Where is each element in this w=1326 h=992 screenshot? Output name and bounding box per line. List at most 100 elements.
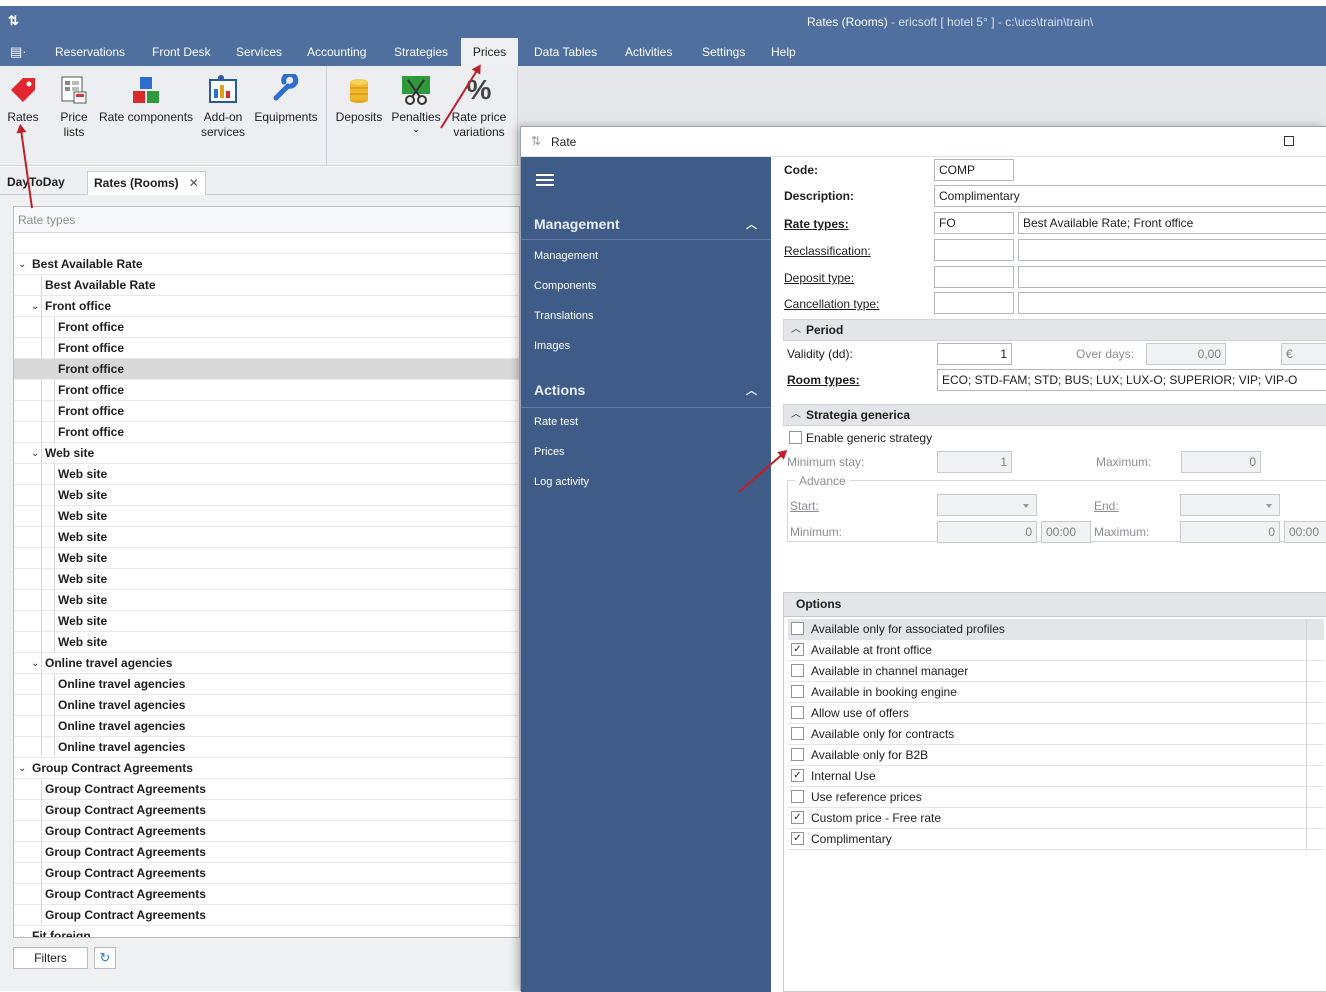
maximize-icon[interactable] — [1284, 136, 1294, 146]
option-row[interactable]: Available only for associated profiles — [788, 619, 1324, 640]
option-row[interactable]: ✓ Complimentary — [788, 829, 1324, 850]
strategy-section-header[interactable]: ︿ Strategia generica — [783, 404, 1326, 426]
tab-daytoday[interactable]: DayToDay — [1, 171, 71, 195]
tree-group-row[interactable]: ⌄ Online travel agencies — [14, 653, 519, 674]
chevron-down-icon[interactable]: ⌄ — [31, 443, 39, 464]
option-checkbox[interactable]: ✓ — [791, 769, 804, 782]
reclassification-code-input[interactable] — [934, 239, 1014, 261]
tree-group-row[interactable]: ⌄ Fit foreign — [14, 926, 519, 937]
option-checkbox[interactable] — [791, 790, 804, 803]
tree-row[interactable]: Web site — [14, 464, 519, 485]
tree-row[interactable]: Online travel agencies — [14, 674, 519, 695]
nav-item-images[interactable]: Images — [534, 340, 570, 352]
rate-types-code-input[interactable]: FO — [934, 212, 1014, 234]
nav-item-components[interactable]: Components — [534, 280, 596, 292]
tree-row[interactable]: Web site — [14, 527, 519, 548]
app-icon[interactable]: ⇅ — [8, 13, 19, 29]
rate-price-variations-button[interactable]: % Rate price variations — [448, 74, 510, 140]
menu-activities[interactable]: Activities — [617, 38, 680, 66]
reclassification-description-input[interactable] — [1018, 239, 1326, 261]
rate-components-button[interactable]: Rate components — [97, 74, 195, 125]
tree-row[interactable]: Web site — [14, 485, 519, 506]
deposit-type-description-input[interactable] — [1018, 266, 1326, 288]
nav-item-log-activity[interactable]: Log activity — [534, 476, 589, 488]
deposit-type-code-input[interactable] — [934, 266, 1014, 288]
menu-settings[interactable]: Settings — [694, 38, 753, 66]
tree-row[interactable]: Web site — [14, 611, 519, 632]
addon-services-button[interactable]: Add-on services — [199, 74, 247, 140]
tree-group-row[interactable]: ⌄ Group Contract Agreements — [14, 758, 519, 779]
tree-filter-header[interactable]: Rate types — [14, 207, 519, 233]
rate-types-tree[interactable]: Rate types ⌄ Best Available Rate Best Avai… — [13, 206, 520, 938]
option-row[interactable]: ✓ Custom price - Free rate — [788, 808, 1324, 829]
option-row[interactable]: Available in channel manager — [788, 661, 1324, 682]
option-checkbox[interactable] — [791, 664, 804, 677]
cancellation-type-label[interactable]: Cancellation type: — [784, 297, 879, 311]
option-checkbox[interactable]: ✓ — [791, 832, 804, 845]
option-checkbox[interactable] — [791, 727, 804, 740]
period-section-header[interactable]: ︿ Period — [783, 319, 1326, 341]
room-types-label[interactable]: Room types: — [787, 373, 860, 387]
tree-row[interactable]: Web site — [14, 590, 519, 611]
tree-row[interactable]: Front office — [14, 422, 519, 443]
nav-item-prices[interactable]: Prices — [534, 446, 565, 458]
tree-row[interactable] — [14, 233, 519, 254]
filters-button[interactable]: Filters — [13, 947, 88, 969]
code-input[interactable]: COMP — [934, 159, 1014, 181]
option-row[interactable]: Allow use of offers — [788, 703, 1324, 724]
menu-strategies[interactable]: Strategies — [386, 38, 456, 66]
option-row[interactable]: Available only for contracts — [788, 724, 1324, 745]
chevron-down-icon[interactable]: ⌄ — [389, 125, 443, 134]
reclassification-label[interactable]: Reclassification: — [784, 244, 871, 258]
tree-row[interactable]: Group Contract Agreements — [14, 884, 519, 905]
tree-row[interactable]: Group Contract Agreements — [14, 800, 519, 821]
menu-accounting[interactable]: Accounting — [299, 38, 374, 66]
nav-item-translations[interactable]: Translations — [534, 310, 594, 322]
option-checkbox[interactable] — [791, 685, 804, 698]
tree-row[interactable]: Online travel agencies — [14, 695, 519, 716]
nav-item-rate-test[interactable]: Rate test — [534, 416, 578, 428]
chevron-down-icon[interactable]: ⌄ — [31, 653, 39, 674]
tree-row[interactable]: Group Contract Agreements — [14, 779, 519, 800]
tree-row[interactable]: Front office — [14, 401, 519, 422]
menu-data-tables[interactable]: Data Tables — [526, 38, 605, 66]
option-row[interactable]: Available only for B2B — [788, 745, 1324, 766]
option-checkbox[interactable]: ✓ — [791, 643, 804, 656]
rate-types-label[interactable]: Rate types: — [784, 217, 849, 231]
nav-section-management[interactable]: Management ︿ — [534, 216, 774, 232]
chevron-down-icon[interactable]: ⌄ — [18, 926, 26, 937]
penalties-button[interactable]: Penalties ⌄ — [389, 74, 443, 134]
tree-row[interactable]: Group Contract Agreements — [14, 905, 519, 926]
option-row[interactable]: Available in booking engine — [788, 682, 1324, 703]
rates-button[interactable]: Rates — [4, 74, 42, 125]
tree-row[interactable]: Online travel agencies — [14, 716, 519, 737]
chevron-down-icon[interactable]: ⌄ — [18, 254, 26, 275]
option-row[interactable]: Use reference prices — [788, 787, 1324, 808]
menu-reservations[interactable]: Reservations — [47, 38, 133, 66]
tree-row[interactable]: Web site — [14, 548, 519, 569]
tree-row[interactable]: Group Contract Agreements — [14, 842, 519, 863]
tree-row[interactable]: Front office — [14, 317, 519, 338]
tree-row[interactable]: Front office — [14, 380, 519, 401]
tree-row[interactable]: Front office — [14, 359, 519, 380]
equipments-button[interactable]: Equipments — [252, 71, 320, 125]
close-icon[interactable]: ✕ — [189, 176, 199, 190]
tree-row[interactable]: Online travel agencies — [14, 737, 519, 758]
enable-strategy-checkbox[interactable] — [789, 431, 802, 444]
nav-item-management[interactable]: Management — [534, 250, 598, 262]
option-checkbox[interactable] — [791, 748, 804, 761]
tree-group-row[interactable]: ⌄ Web site — [14, 443, 519, 464]
menu-front-desk[interactable]: Front Desk — [144, 38, 219, 66]
option-checkbox[interactable]: ✓ — [791, 811, 804, 824]
chevron-down-icon[interactable]: ⌄ — [18, 758, 26, 779]
tree-row[interactable]: Group Contract Agreements — [14, 821, 519, 842]
tree-row[interactable]: Web site — [14, 632, 519, 653]
tree-group-row[interactable]: ⌄ Front office — [14, 296, 519, 317]
refresh-icon[interactable]: ↻ — [94, 947, 116, 969]
option-checkbox[interactable] — [791, 622, 804, 635]
tree-row[interactable]: Web site — [14, 569, 519, 590]
document-menu-icon[interactable]: ▤· — [10, 44, 27, 60]
cancellation-type-code-input[interactable] — [934, 292, 1014, 314]
menu-help[interactable]: Help — [763, 38, 804, 66]
room-types-input[interactable]: ECO; STD-FAM; STD; BUS; LUX; LUX-O; SUPE… — [937, 369, 1326, 391]
